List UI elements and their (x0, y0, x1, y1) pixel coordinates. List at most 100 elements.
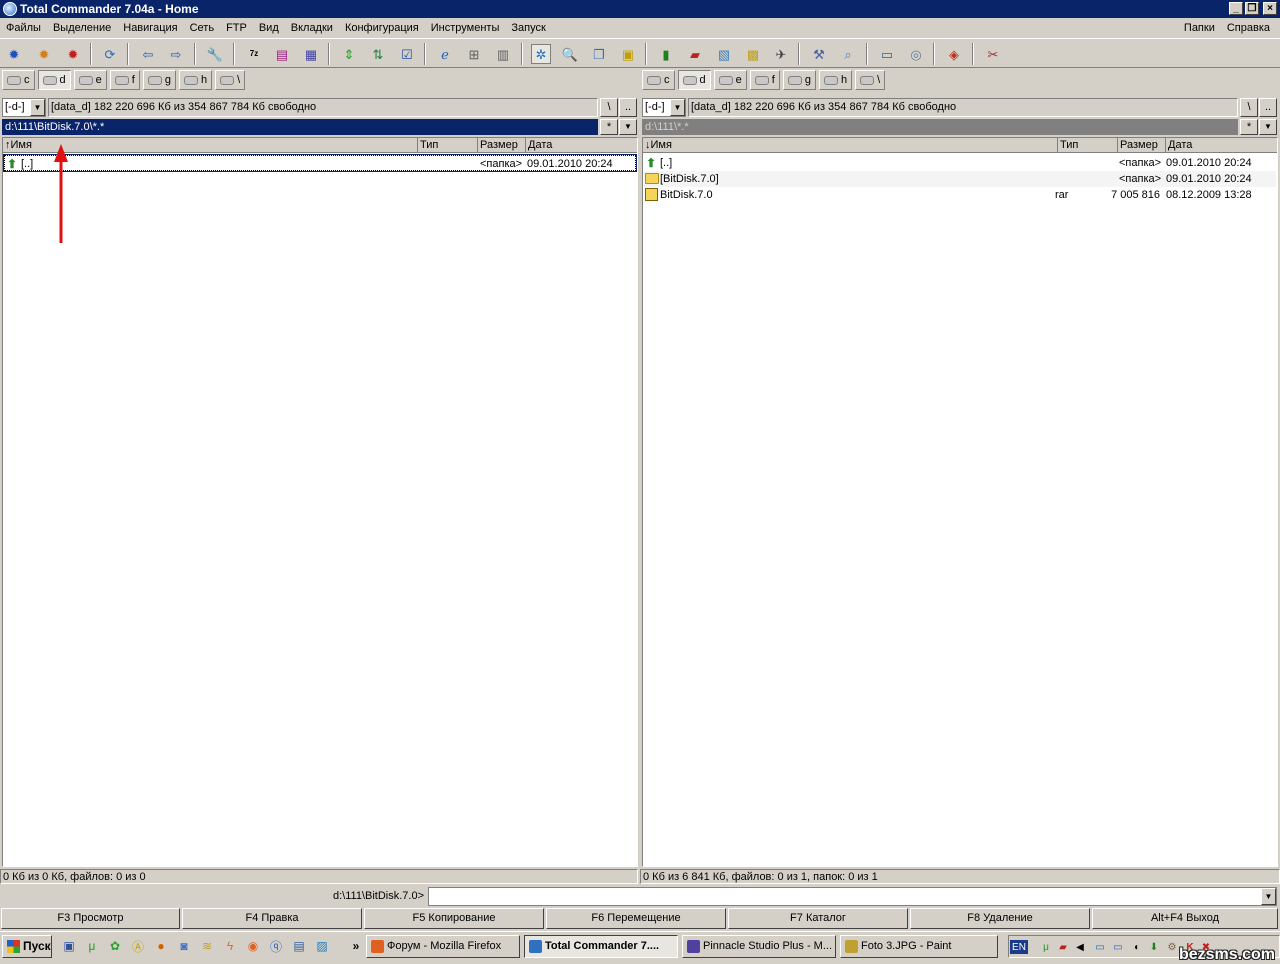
left-root-button[interactable]: \ (600, 98, 618, 117)
cd-icon[interactable]: ◎ (906, 44, 926, 64)
left-hotlist-button[interactable]: ▼ (619, 119, 637, 135)
red-book-icon[interactable]: ▰ (685, 44, 705, 64)
right-drive-d[interactable]: d (677, 70, 711, 90)
network2-tray-icon[interactable]: ▭ (1111, 940, 1125, 954)
right-col-name[interactable]: ↓Имя (643, 138, 1058, 153)
left-drive-c[interactable]: c (2, 70, 35, 90)
menu-launch[interactable]: Запуск (505, 18, 551, 38)
f3-view-button[interactable]: F3 Просмотр (1, 908, 180, 929)
right-history-button[interactable]: * (1240, 119, 1258, 135)
left-drive-d[interactable]: d (37, 70, 71, 90)
menu-navigation[interactable]: Навигация (117, 18, 183, 38)
menu-folders[interactable]: Папки (1178, 18, 1221, 38)
chevron-down-icon[interactable]: ▼ (30, 99, 45, 116)
left-up-button[interactable]: .. (619, 98, 637, 117)
right-drive-combo[interactable]: [-d-] ▼ (642, 98, 686, 117)
utorrent-tray-icon[interactable]: μ (1039, 940, 1053, 954)
copy-names-icon[interactable]: ❐ (589, 44, 609, 64)
right-drive-e[interactable]: e (713, 70, 747, 90)
f5-copy-button[interactable]: F5 Копирование (364, 908, 544, 929)
wrench-icon[interactable]: 🔧 (205, 44, 225, 64)
network-tray-icon[interactable]: ▭ (1093, 940, 1107, 954)
sync-icon[interactable]: ⇕ (339, 44, 359, 64)
quicklaunch-photo-icon[interactable]: ▨ (314, 938, 330, 954)
sound-tray-icon[interactable]: ◖ (1129, 940, 1143, 954)
right-col-date[interactable]: Дата (1166, 138, 1278, 153)
task-total-commander[interactable]: Total Commander 7.... (524, 935, 678, 958)
right-hotlist-button[interactable]: ▼ (1259, 119, 1277, 135)
menu-help[interactable]: Справка (1221, 18, 1276, 38)
ie-icon[interactable]: ℯ (435, 44, 455, 64)
right-row-parent[interactable]: ⬆ [..] <папка> 09.01.2010 20:24 (644, 155, 1276, 171)
f4-edit-button[interactable]: F4 Правка (182, 908, 362, 929)
left-row-parent[interactable]: ⬆ [..] <папка> 09.01.2010 20:24 (3, 154, 637, 172)
compare-icon[interactable]: ⇅ (368, 44, 388, 64)
chevron-down-icon[interactable]: ▼ (670, 99, 685, 116)
checklist-icon[interactable]: ☑ (397, 44, 417, 64)
start-button[interactable]: Пуск (2, 935, 52, 958)
menu-view[interactable]: Вид (253, 18, 285, 38)
quicklaunch-bolt-icon[interactable]: ϟ (222, 938, 238, 954)
grid-icon[interactable]: ▥ (493, 44, 513, 64)
menu-ftp[interactable]: FTP (220, 18, 253, 38)
back-icon[interactable]: ⇦ (138, 44, 158, 64)
right-up-button[interactable]: .. (1259, 98, 1277, 117)
menu-tabs[interactable]: Вкладки (285, 18, 339, 38)
right-drive-f[interactable]: f (749, 70, 780, 90)
right-col-size[interactable]: Размер (1118, 138, 1166, 153)
left-col-date[interactable]: Дата (526, 138, 638, 153)
right-root-button[interactable]: \ (1240, 98, 1258, 117)
star-icon[interactable]: ✲ (531, 44, 551, 64)
gallery-icon[interactable]: ▧ (714, 44, 734, 64)
menu-network[interactable]: Сеть (184, 18, 220, 38)
language-indicator[interactable]: EN (1010, 940, 1028, 954)
task-pinnacle[interactable]: Pinnacle Studio Plus - M... (682, 935, 836, 958)
gear-blue-icon[interactable]: ✹ (4, 44, 24, 64)
altf4-exit-button[interactable]: Alt+F4 Выход (1092, 908, 1278, 929)
right-path[interactable]: d:\111\*.* (642, 119, 1238, 135)
right-drive-g[interactable]: g (782, 70, 816, 90)
close-button[interactable]: × (1263, 2, 1277, 15)
left-file-panel[interactable]: ↑Имя Тип Размер Дата ⬆ [..] <папка> 09.0… (2, 137, 638, 867)
menu-selection[interactable]: Выделение (47, 18, 117, 38)
quicklaunch-lines-icon[interactable]: ≋ (199, 938, 215, 954)
refresh-icon[interactable]: ⟳ (100, 44, 120, 64)
magnifier-icon[interactable]: ⌕ (838, 44, 858, 64)
left-drive-f[interactable]: f (109, 70, 140, 90)
command-input[interactable]: ▼ (428, 887, 1277, 906)
right-drive-h[interactable]: h (818, 70, 853, 90)
left-drive-h[interactable]: h (178, 70, 213, 90)
forward-icon[interactable]: ⇨ (166, 44, 186, 64)
paint-icon[interactable]: ◈ (944, 44, 964, 64)
right-drive-c[interactable]: c (642, 70, 675, 90)
window-icon[interactable]: ▭ (877, 44, 897, 64)
quicklaunch-save-icon[interactable]: ▤ (291, 938, 307, 954)
volume-tray-icon[interactable]: ◀ (1073, 940, 1087, 954)
tools-icon[interactable]: ⚒ (809, 44, 829, 64)
minimize-button[interactable]: _ (1229, 2, 1243, 15)
calendar-icon[interactable]: ▣ (618, 44, 638, 64)
task-paint[interactable]: Foto 3.JPG - Paint (840, 935, 998, 958)
right-drive-network[interactable]: \ (855, 70, 886, 90)
plane-icon[interactable]: ✈ (771, 44, 791, 64)
left-col-size[interactable]: Размер (478, 138, 526, 153)
f6-move-button[interactable]: F6 Перемещение (546, 908, 726, 929)
quicklaunch-firefox-icon[interactable]: ◉ (245, 938, 261, 954)
archive-icon[interactable]: ▤ (272, 44, 292, 64)
gear-orange-icon[interactable]: ✹ (34, 44, 54, 64)
left-path[interactable]: d:\111\BitDisk.7.0\*.* (2, 119, 598, 135)
quicklaunch-q-icon[interactable]: ⓠ (268, 938, 284, 954)
left-drive-g[interactable]: g (142, 70, 176, 90)
task-firefox[interactable]: Форум - Mozilla Firefox (366, 935, 520, 958)
f8-delete-button[interactable]: F8 Удаление (910, 908, 1090, 929)
device-tray-icon[interactable]: ⚙ (1165, 940, 1179, 954)
antivirus-tray-icon[interactable]: ▰ (1056, 940, 1070, 954)
scissors-icon[interactable]: ✂ (983, 44, 1003, 64)
search-icon[interactable]: 🔍 (560, 44, 580, 64)
book-icon[interactable]: ▮ (656, 44, 676, 64)
quicklaunch-app-icon[interactable]: ▣ (61, 938, 77, 954)
menu-files[interactable]: Файлы (0, 18, 47, 38)
restore-button[interactable]: ❐ (1245, 2, 1259, 15)
network-icon[interactable]: ⊞ (464, 44, 484, 64)
quicklaunch-player-icon[interactable]: ● (153, 938, 169, 954)
